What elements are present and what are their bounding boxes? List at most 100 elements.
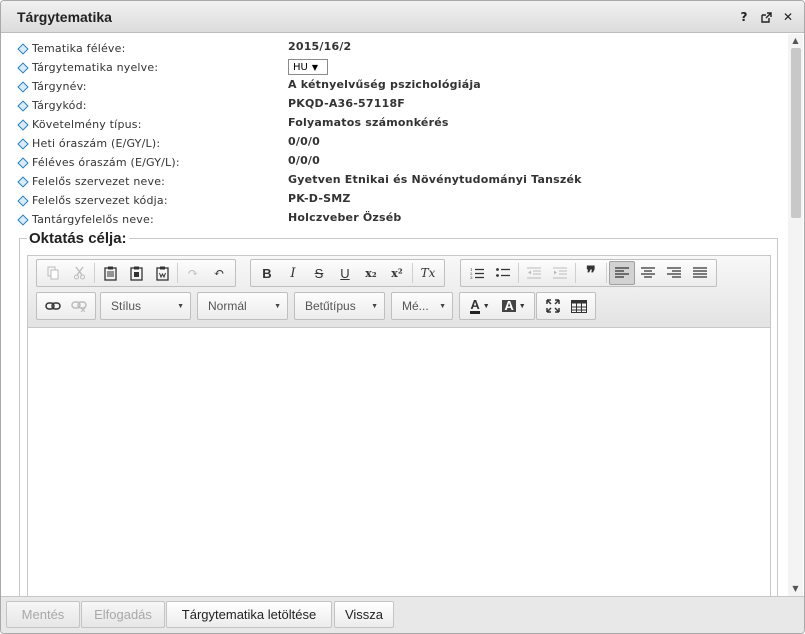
table-icon[interactable]	[566, 294, 592, 318]
info-row-org-name: Felelős szervezet neve:	[18, 172, 165, 190]
bullet-icon	[18, 82, 27, 91]
tools-group	[536, 292, 596, 320]
scroll-thumb[interactable]	[791, 48, 801, 218]
info-row-subject-name: Tárgynév:	[18, 77, 87, 95]
bullet-icon	[18, 44, 27, 53]
chevron-down-icon: ▼	[311, 62, 318, 72]
info-label: Tárgytematika nyelve:	[32, 60, 159, 74]
unlink-icon[interactable]	[66, 294, 92, 318]
background-color-button[interactable]: A ▼	[497, 294, 531, 318]
back-button[interactable]: Vissza	[334, 601, 394, 628]
bullet-icon	[18, 120, 27, 129]
info-row-requirement: Követelmény típus:	[18, 115, 142, 133]
toolbar-separator	[518, 263, 519, 283]
format-combo[interactable]: Normál ▼	[197, 292, 288, 320]
chevron-down-icon: ▼	[274, 303, 281, 310]
bullet-icon	[18, 63, 27, 72]
align-right-icon[interactable]	[661, 261, 687, 285]
text-color-glyph: A	[470, 296, 480, 314]
info-row-subject-code: Tárgykód:	[18, 96, 87, 114]
close-icon[interactable]: ✕	[780, 9, 796, 25]
info-row-semester-hours: Féléves óraszám (E/GY/L):	[18, 153, 180, 171]
info-value-semester: 2015/16/2	[288, 40, 352, 53]
info-row-language: Tárgytematika nyelve:	[18, 58, 158, 76]
vertical-scrollbar[interactable]: ▲ ▼	[788, 34, 803, 596]
toolbar-separator	[177, 263, 178, 283]
font-combo-value: Betűtípus	[305, 299, 356, 313]
superscript-button[interactable]: x²	[384, 261, 410, 285]
info-label: Felelős szervezet kódja:	[32, 193, 168, 207]
link-icon[interactable]	[40, 294, 66, 318]
editor-content-area[interactable]	[28, 329, 770, 596]
underline-button[interactable]: U	[332, 261, 358, 285]
align-left-icon[interactable]	[609, 261, 635, 285]
toolbar-separator	[575, 263, 576, 283]
info-label: Felelős szervezet neve:	[32, 174, 166, 188]
language-select-value: HU	[293, 61, 308, 73]
remove-format-button[interactable]: Tx	[415, 261, 441, 285]
paste-text-icon[interactable]	[123, 261, 149, 285]
info-label: Tantárgyfelelős neve:	[32, 212, 154, 226]
chevron-down-icon: ▼	[518, 302, 526, 310]
accept-button[interactable]: Elfogadás	[81, 601, 165, 628]
link-group	[36, 292, 96, 320]
align-center-icon[interactable]	[635, 261, 661, 285]
info-row-weekly-hours: Heti óraszám (E/GY/L):	[18, 134, 160, 152]
chevron-down-icon: ▼	[371, 303, 378, 310]
style-combo-value: Stílus	[111, 299, 142, 313]
editor-toolbar: ↷ ↶ B I S U x₂ x² Tx 123 ❞ Stílus ▼ Norm…	[28, 256, 770, 328]
bulleted-list-icon[interactable]	[490, 261, 516, 285]
basic-styles-group: B I S U x₂ x² Tx	[250, 259, 445, 287]
info-row-org-code: Felelős szervezet kódja:	[18, 191, 168, 209]
numbered-list-icon[interactable]: 123	[464, 261, 490, 285]
copy-icon[interactable]	[40, 261, 66, 285]
info-value-requirement: Folyamatos számonkérés	[288, 116, 449, 129]
maximize-icon[interactable]	[540, 294, 566, 318]
window-content: Tematika féléve: 2015/16/2 Tárgytematika…	[1, 34, 788, 596]
chevron-down-icon: ▼	[177, 303, 184, 310]
svg-text:3: 3	[470, 275, 473, 279]
strikethrough-button[interactable]: S	[306, 261, 332, 285]
redo-icon[interactable]: ↷	[180, 261, 206, 285]
info-value-semester-hours: 0/0/0	[288, 154, 320, 167]
align-justify-icon[interactable]	[687, 261, 713, 285]
scroll-down-icon[interactable]: ▼	[788, 582, 803, 596]
scroll-up-icon[interactable]: ▲	[788, 34, 803, 48]
cut-icon[interactable]	[66, 261, 92, 285]
help-icon[interactable]: ?	[736, 9, 752, 25]
text-color-button[interactable]: A ▼	[463, 294, 497, 318]
popout-icon[interactable]	[758, 9, 774, 25]
info-value-responsible: Holczveber Özséb	[288, 211, 402, 224]
indent-icon[interactable]	[547, 261, 573, 285]
undo-icon[interactable]: ↶	[206, 261, 232, 285]
info-row-semester: Tematika féléve:	[18, 39, 126, 57]
paste-icon[interactable]	[97, 261, 123, 285]
info-value-subject-name: A kétnyelvűség pszichológiája	[288, 78, 481, 91]
info-label: Tematika féléve:	[32, 41, 126, 55]
bold-button[interactable]: B	[254, 261, 280, 285]
bullet-icon	[18, 215, 27, 224]
clipboard-group: ↷ ↶	[36, 259, 236, 287]
subscript-button[interactable]: x₂	[358, 261, 384, 285]
toolbar-separator	[412, 263, 413, 283]
outdent-icon[interactable]	[521, 261, 547, 285]
format-combo-value: Normál	[208, 299, 247, 313]
language-select[interactable]: HU ▼	[288, 59, 328, 75]
paste-word-icon[interactable]	[149, 261, 175, 285]
background-color-glyph: A	[502, 298, 516, 313]
section-title: Oktatás célja:	[27, 230, 129, 247]
info-row-responsible: Tantárgyfelelős neve:	[18, 210, 154, 228]
dialog-footer: Mentés Elfogadás Tárgytematika letöltése…	[1, 596, 804, 633]
font-combo[interactable]: Betűtípus ▼	[294, 292, 385, 320]
style-combo[interactable]: Stílus ▼	[100, 292, 191, 320]
download-thematics-button[interactable]: Tárgytematika letöltése	[166, 601, 332, 628]
italic-button[interactable]: I	[280, 261, 306, 285]
window-titlebar: Tárgytematika ? ✕	[1, 1, 804, 33]
size-combo[interactable]: Mé... ▼	[391, 292, 453, 320]
blockquote-icon[interactable]: ❞	[578, 261, 604, 285]
save-button[interactable]: Mentés	[6, 601, 80, 628]
info-value-weekly-hours: 0/0/0	[288, 135, 320, 148]
chevron-down-icon: ▼	[439, 303, 446, 310]
info-label: Követelmény típus:	[32, 117, 142, 131]
window-title: Tárgytematika	[17, 9, 112, 25]
